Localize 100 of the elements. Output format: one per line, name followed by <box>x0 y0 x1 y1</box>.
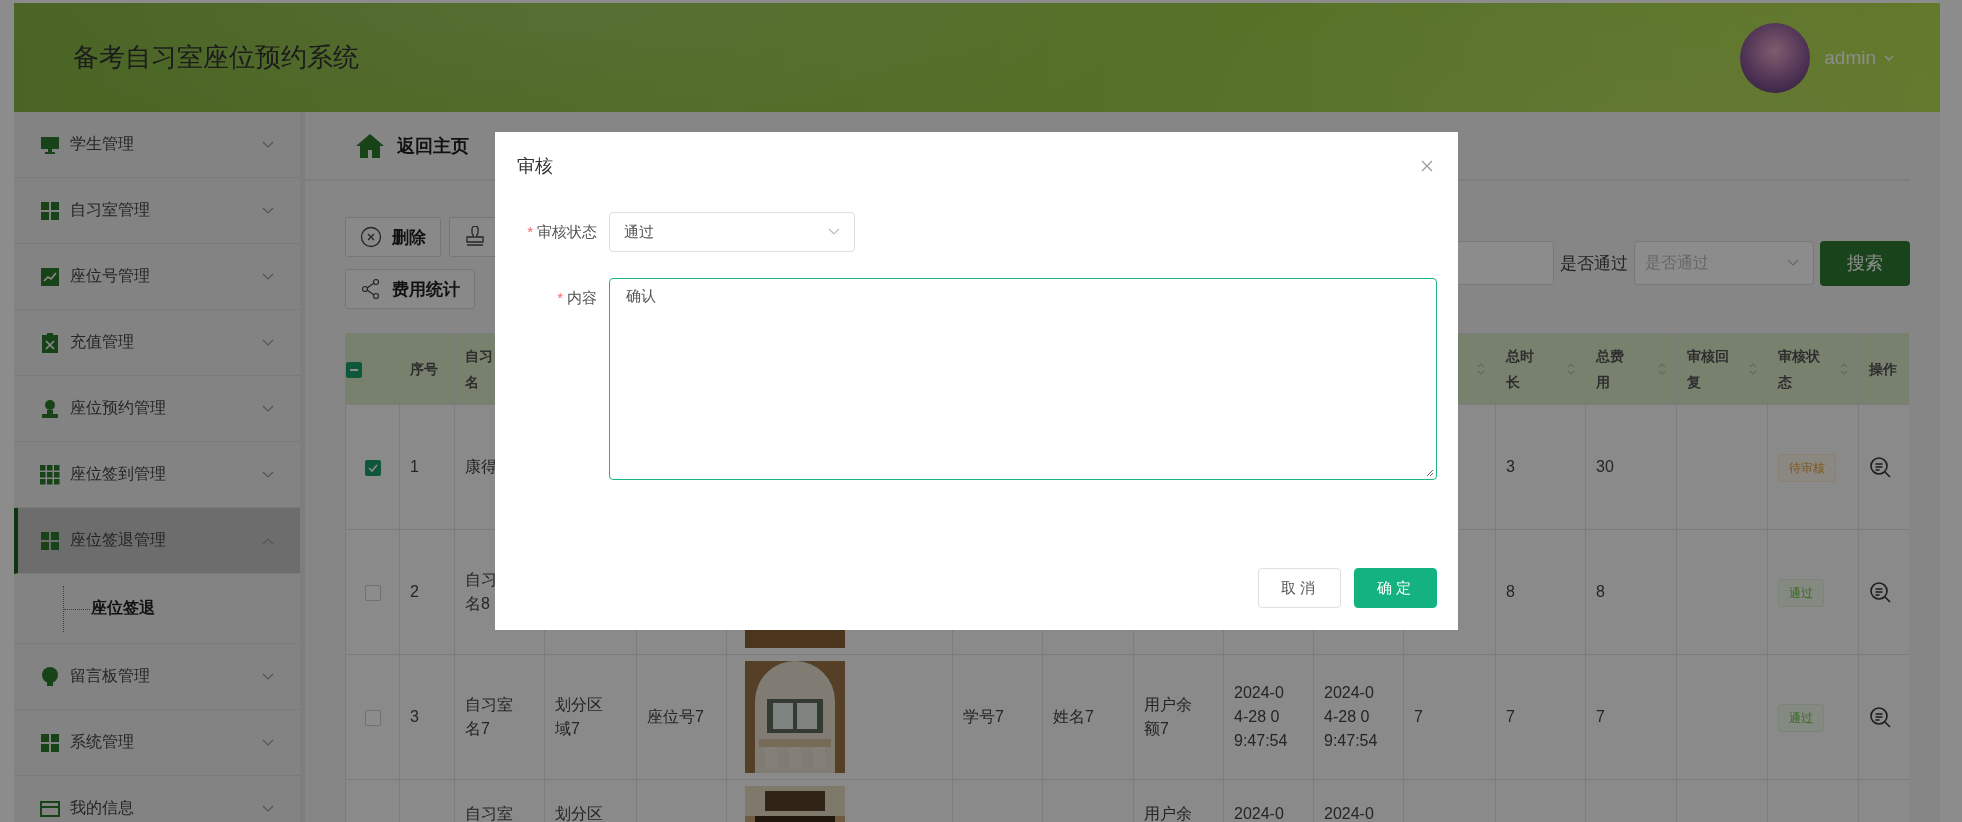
close-icon[interactable] <box>1421 160 1433 172</box>
table-cell-text: 2024-0 <box>1234 804 1285 822</box>
confirm-button[interactable]: 确定 <box>1354 568 1437 608</box>
menu-item[interactable]: 我的信息 <box>14 776 300 822</box>
sort-icon[interactable] <box>1658 362 1666 376</box>
card-icon <box>40 798 60 819</box>
menu-item[interactable]: 座位预约管理 <box>14 376 300 442</box>
column-header: 总费用 <box>1596 347 1624 392</box>
chevron-down-icon <box>262 804 274 813</box>
menu-item[interactable]: 学生管理 <box>14 112 300 178</box>
column-header: 审核回复 <box>1687 347 1729 392</box>
field-label-text: 内容 <box>567 289 597 306</box>
grid9-icon <box>40 464 60 485</box>
bulb-icon <box>40 666 60 687</box>
magnifier-icon[interactable] <box>1869 456 1891 478</box>
content-textarea[interactable]: 确认 <box>609 278 1437 480</box>
breadcrumb-link[interactable]: 返回主页 <box>397 133 469 158</box>
stamp-icon <box>464 226 486 248</box>
table-cell-text: 座位号7 <box>647 707 705 727</box>
chart-icon <box>40 266 60 287</box>
close-circle-icon <box>360 226 382 248</box>
menu-item[interactable]: 座位签退管理 <box>14 508 300 574</box>
table-cell-text: 8 <box>1506 582 1516 602</box>
magnifier-icon[interactable] <box>1869 581 1891 603</box>
cancel-button[interactable]: 取消 <box>1258 568 1341 608</box>
sort-icon[interactable] <box>1749 362 1757 376</box>
table-cell-text: 2 <box>410 582 420 602</box>
column-header: 名 <box>465 373 479 392</box>
column-header: 序号 <box>410 360 438 379</box>
chevron-down-icon <box>262 206 274 215</box>
menu-item[interactable]: 座位号管理 <box>14 244 300 310</box>
app-title: 备考自习室座位预约系统 <box>73 41 359 74</box>
table-cell-text: 自习 <box>465 570 497 590</box>
filter-label: 是否通过 <box>1560 252 1628 275</box>
table-cell-text: 2024-0 4-28 0 9:47:54 <box>1234 683 1289 751</box>
monitor-icon <box>40 134 60 155</box>
home-icon[interactable] <box>355 132 385 159</box>
chevron-down-icon <box>262 272 274 281</box>
table-cell-text: 2024-0 4-28 0 9:47:54 <box>1324 683 1379 751</box>
grid-icon <box>40 732 60 753</box>
sort-icon[interactable] <box>1477 362 1485 376</box>
menu-item[interactable]: 充值管理 <box>14 310 300 376</box>
chevron-down-icon <box>262 672 274 681</box>
table-cell-text: 用户余额7 <box>1144 695 1192 739</box>
table-cell-text: 7 <box>1506 707 1516 727</box>
column-header: 总时长 <box>1506 347 1534 392</box>
table-cell-text: 划分区 <box>555 804 603 822</box>
table-cell-text: 30 <box>1596 457 1615 477</box>
required-mark: * <box>527 223 533 240</box>
menu-item[interactable]: 系统管理 <box>14 710 300 776</box>
table-cell-text: 7 <box>1414 707 1424 727</box>
table-cell-text: 康得 <box>465 457 498 477</box>
table-cell-text: 学号7 <box>963 707 1005 727</box>
search-button[interactable]: 搜索 <box>1820 240 1910 286</box>
chevron-down-icon <box>262 470 274 479</box>
required-mark: * <box>557 289 563 306</box>
table-cell-text: 自习室名7 <box>465 695 513 739</box>
status-select[interactable]: 通过 <box>609 212 855 252</box>
column-header: 操作 <box>1869 360 1897 379</box>
chevron-down-icon <box>262 404 274 413</box>
status-tag: 待审核 <box>1778 453 1836 482</box>
chevron-down-icon <box>262 140 274 149</box>
table-cell-text: 自习室 <box>465 804 513 822</box>
submenu-item[interactable]: 座位签退 <box>14 574 300 644</box>
table-cell-text: 3 <box>410 707 420 727</box>
status-tag: 通过 <box>1778 578 1824 607</box>
row-checkbox[interactable] <box>364 459 381 476</box>
field-label-text: 审核状态 <box>537 223 597 240</box>
clipboard-icon <box>40 332 60 353</box>
status-tag: 通过 <box>1778 703 1824 732</box>
table-cell-text: 用户余 <box>1144 804 1192 822</box>
chevron-down-icon <box>1787 259 1799 267</box>
table-cell-text: 姓名7 <box>1053 707 1095 727</box>
magnifier-icon[interactable] <box>1869 706 1891 728</box>
menu-item[interactable]: 自习室管理 <box>14 178 300 244</box>
chevron-down-icon <box>828 228 840 236</box>
sort-icon[interactable] <box>1840 362 1848 376</box>
dialog-title: 审核 <box>517 155 553 178</box>
sort-icon[interactable] <box>1567 362 1575 376</box>
person-icon <box>40 398 60 419</box>
stats-button[interactable]: 费用统计 <box>345 269 475 309</box>
share-icon <box>360 278 382 300</box>
chevron-down-icon <box>1884 54 1894 61</box>
table-cell-text: 3 <box>1506 457 1516 477</box>
row-checkbox[interactable] <box>364 709 381 726</box>
chevron-down-icon <box>262 738 274 747</box>
select-all-checkbox[interactable] <box>346 361 362 378</box>
table-cell-text: 8 <box>1596 582 1606 602</box>
column-header: 审核状态 <box>1778 347 1820 392</box>
chevron-up-icon <box>262 536 274 545</box>
resize-grip-icon <box>1426 469 1434 477</box>
minus-icon <box>350 368 358 371</box>
grid-icon <box>40 530 60 551</box>
table-cell-text: 名8 <box>465 594 490 614</box>
column-header: 自习 <box>465 347 493 366</box>
table-cell-text: 2024-0 <box>1324 804 1375 822</box>
delete-button[interactable]: 删除 <box>345 217 441 257</box>
row-checkbox[interactable] <box>364 584 381 601</box>
chevron-down-icon <box>262 338 274 347</box>
menu-item[interactable]: 留言板管理 <box>14 644 300 710</box>
